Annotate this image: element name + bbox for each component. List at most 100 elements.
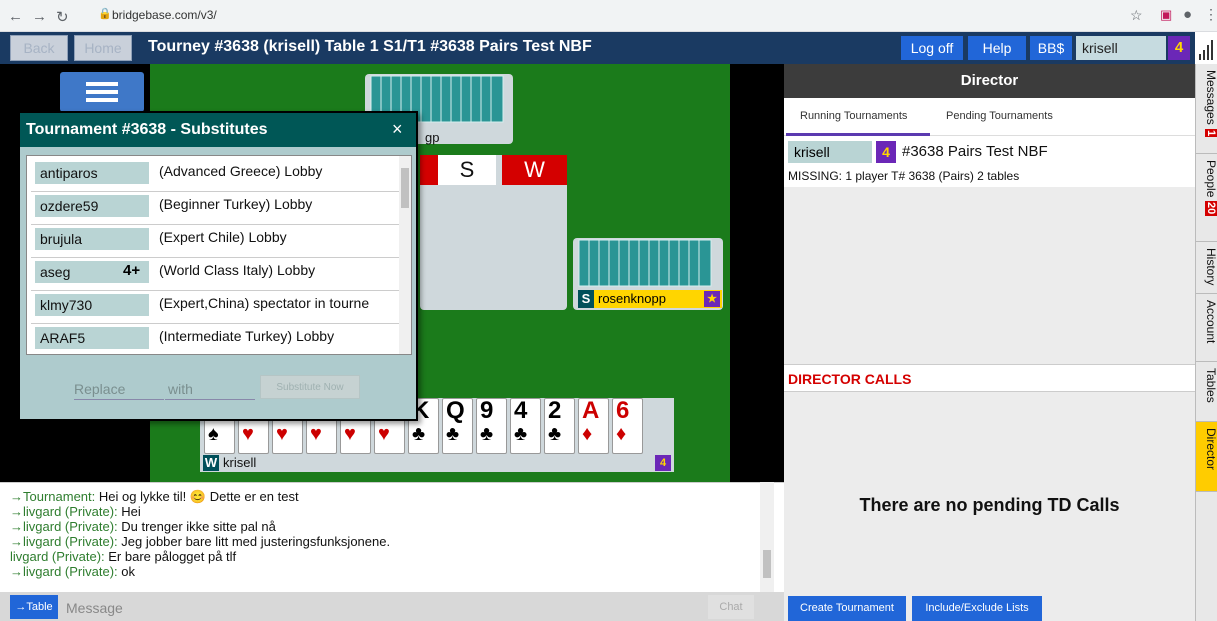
chat-line: →Tournament: Hei og lykke til! 😊 Dette e… — [10, 489, 784, 504]
card-suit-icon: ♥ — [344, 423, 356, 445]
hamburger-menu-icon[interactable] — [60, 72, 144, 112]
message-input[interactable]: Message — [66, 600, 123, 616]
substitute-info: (Expert Chile) Lobby — [159, 229, 287, 245]
tournament-host: krisell — [788, 141, 872, 163]
substitutes-dialog: Tournament #3638 - Substitutes × antipar… — [18, 111, 418, 421]
back-arrow-icon[interactable]: ← — [8, 8, 23, 25]
substitute-name: ARAF5 — [35, 327, 149, 349]
username-box[interactable]: krisell — [1076, 36, 1166, 60]
side-tab-history[interactable]: History — [1196, 242, 1217, 294]
chat-scrollbar[interactable] — [760, 482, 774, 592]
address-bar[interactable]: 🔒 bridgebase.com/v3/ — [96, 4, 1216, 28]
chat-target-table-button[interactable]: →Table — [10, 595, 58, 619]
create-tournament-button[interactable]: Create Tournament — [788, 596, 906, 621]
replace-underline — [74, 399, 164, 400]
chat-send-button[interactable]: Chat — [708, 595, 754, 619]
hand-card[interactable]: 2 ♣ — [544, 398, 575, 454]
connection-signal-icon — [1196, 32, 1217, 64]
chat-line: →livgard (Private): ok — [10, 564, 784, 579]
side-tab-people[interactable]: People 20 — [1196, 154, 1217, 242]
east-player-label: S rosenknopp ★ — [578, 290, 722, 308]
card-rank: 6 — [616, 397, 630, 424]
trick-area: S W — [420, 155, 567, 310]
forward-arrow-icon[interactable]: → — [32, 8, 47, 25]
extension-icon[interactable]: ▣ — [1160, 7, 1172, 23]
card-back — [490, 75, 504, 123]
substitute-row[interactable]: antiparos (Advanced Greece) Lobby — [31, 159, 401, 192]
east-seat-letter: S — [578, 290, 594, 308]
dialog-header: Tournament #3638 - Substitutes × — [20, 113, 416, 147]
side-tab-messages[interactable]: Messages 1 — [1196, 64, 1217, 154]
director-calls-area: There are no pending TD Calls — [784, 392, 1195, 592]
substitute-now-button[interactable]: Substitute Now — [260, 375, 360, 399]
chat-line: →livgard (Private): Hei — [10, 504, 784, 519]
side-tab-account[interactable]: Account — [1196, 294, 1217, 362]
lock-icon: 🔒 — [98, 8, 112, 20]
no-calls-message: There are no pending TD Calls — [859, 495, 1120, 515]
side-tab-tables[interactable]: Tables — [1196, 362, 1217, 422]
chat-line: →livgard (Private): Du trenger ikke sitt… — [10, 519, 784, 534]
card-suit-icon: ♠ — [208, 423, 219, 445]
url-text: bridgebase.com/v3/ — [112, 8, 217, 22]
include-exclude-lists-button[interactable]: Include/Exclude Lists — [912, 596, 1042, 621]
tournament-row[interactable]: krisell 4 #3638 Pairs Test NBF MISSING: … — [784, 137, 1195, 187]
side-tab-label: Account — [1204, 300, 1217, 344]
card-back — [698, 239, 712, 287]
star-icon[interactable]: ☆ — [1130, 7, 1143, 24]
director-header: Director — [784, 64, 1195, 98]
chat-text: Du trenger ikke sitte pal nå — [117, 519, 276, 534]
east-player-name: rosenknopp — [598, 291, 666, 306]
home-button[interactable]: Home — [74, 35, 132, 61]
substitute-row[interactable]: aseg (World Class Italy) Lobby 4+ — [31, 258, 401, 291]
tournament-list-area — [784, 187, 1195, 364]
substitute-info: (Beginner Turkey) Lobby — [159, 196, 313, 212]
side-tab-badge: 20 — [1205, 201, 1217, 216]
menu-dots-icon[interactable]: ⋮ — [1204, 6, 1217, 23]
bbdollars-button[interactable]: BB$ — [1030, 36, 1072, 60]
hand-card[interactable]: A ♦ — [578, 398, 609, 454]
card-suit-icon: ♥ — [378, 423, 390, 445]
tab-pending-tournaments[interactable]: Pending Tournaments — [946, 110, 1053, 122]
hand-card[interactable]: Q ♣ — [442, 398, 473, 454]
substitute-row[interactable]: ARAF5 (Intermediate Turkey) Lobby — [31, 324, 401, 354]
chat-text: Hei — [117, 504, 141, 519]
list-scrollbar[interactable] — [399, 156, 411, 354]
substitute-info: (World Class Italy) Lobby — [159, 262, 316, 278]
hand-card[interactable]: 4 ♣ — [510, 398, 541, 454]
card-suit-icon: ♣ — [446, 423, 460, 445]
south-seat-letter: W — [203, 455, 219, 471]
logoff-button[interactable]: Log off — [901, 36, 963, 60]
chat-text: Hei og lykke til! 😊 Dette er en test — [95, 489, 299, 504]
substitute-row[interactable]: klmy730 (Expert,China) spectator in tourn… — [31, 291, 401, 324]
hand-card[interactable]: 9 ♣ — [476, 398, 507, 454]
app-header: Back Home Tourney #3638 (krisell) Table … — [0, 32, 1195, 64]
help-button[interactable]: Help — [968, 36, 1026, 60]
chat-input-bar: →Table Message Chat — [0, 592, 784, 621]
side-tab-director[interactable]: Director — [1196, 422, 1217, 492]
reload-icon[interactable]: ↻ — [56, 8, 69, 26]
substitute-name: antiparos — [35, 162, 149, 184]
chat-sender: →livgard (Private): — [10, 534, 118, 549]
card-rank: 4 — [514, 397, 528, 424]
substitute-row[interactable]: ozdere59 (Beginner Turkey) Lobby — [31, 192, 401, 225]
card-suit-icon: ♣ — [480, 423, 494, 445]
back-button[interactable]: Back — [10, 35, 68, 61]
side-tab-badge: 1 — [1205, 128, 1217, 137]
card-suit-icon: ♣ — [412, 423, 426, 445]
hand-card[interactable]: 6 ♦ — [612, 398, 643, 454]
replace-field[interactable]: Replace — [74, 381, 125, 397]
with-field[interactable]: with — [168, 381, 193, 397]
director-calls-header: DIRECTOR CALLS — [784, 364, 1195, 392]
host-level-badge: 4 — [876, 141, 896, 163]
tab-running-tournaments[interactable]: Running Tournaments — [800, 110, 907, 122]
substitute-row[interactable]: brujula (Expert Chile) Lobby — [31, 225, 401, 258]
chat-sender: →Tournament: — [10, 489, 96, 504]
substitute-info: (Intermediate Turkey) Lobby — [159, 328, 335, 344]
side-tab-label: Tables — [1204, 368, 1217, 403]
close-icon[interactable]: × — [392, 119, 403, 140]
profile-icon[interactable]: ● — [1183, 6, 1192, 23]
north-player-name: gp — [425, 130, 440, 145]
card-rank: Q — [446, 397, 465, 424]
south-player-name: krisell — [223, 455, 257, 470]
card-rank: A — [582, 397, 600, 424]
